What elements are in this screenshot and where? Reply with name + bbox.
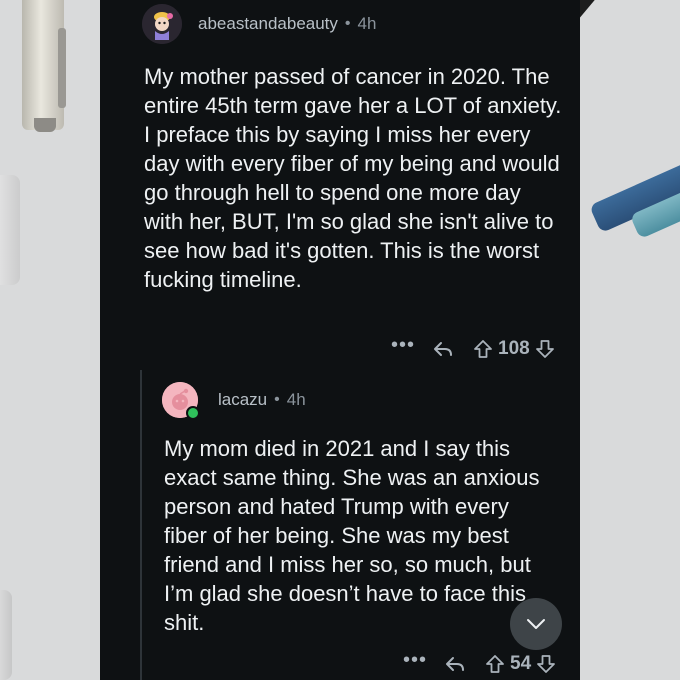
vote-count: 108 [498,338,530,359]
downvote-arrow-icon [537,655,556,673]
thread-line[interactable] [140,370,142,680]
upvote-arrow-icon [474,340,492,358]
comment-body: My mother passed of cancer in 2020. The … [144,64,562,292]
meta-separator: • [274,391,280,408]
comment-username[interactable]: lacazu [218,390,267,410]
downvote-arrow-icon [535,340,554,358]
upvote-button[interactable] [472,338,494,360]
reply-button[interactable] [432,338,454,360]
online-status-indicator [186,406,200,420]
more-options-button[interactable]: ••• [388,335,418,358]
comment-header: abeastandabeauty • 4h [142,4,376,44]
comment-actions: ••• 108 [388,335,556,360]
downvote-button[interactable] [534,338,556,360]
upvote-arrow-icon [486,655,504,673]
comment-thread-card: abeastandabeauty • 4h My mother passed o… [100,0,580,680]
downvote-button[interactable] [535,653,557,675]
reply-button[interactable] [444,653,466,675]
comment-timestamp: 4h [357,14,377,33]
comment-timestamp: 4h [286,390,306,409]
background-pen-tip [34,118,56,132]
background-glass-lower [0,590,12,680]
reply-arrow-icon [446,657,464,671]
background-pen-clip [58,28,66,108]
comment-body: My mom died in 2021 and I say this exact… [164,436,540,635]
vote-count: 54 [510,653,532,674]
upvote-button[interactable] [484,653,506,675]
reply-arrow-icon [434,342,452,356]
reply-header: lacazu • 4h [162,382,306,420]
comment-actions: ••• 54 [400,650,557,675]
user-avatar[interactable] [162,382,200,420]
scroll-down-button[interactable] [510,598,562,650]
chevron-down-icon [527,619,545,629]
comment-username[interactable]: abeastandabeauty [198,14,338,34]
background-glass [0,175,20,285]
user-avatar[interactable] [142,4,182,44]
meta-separator: • [344,15,351,32]
more-options-button[interactable]: ••• [400,650,430,673]
snoo-avatar-icon [142,4,182,44]
